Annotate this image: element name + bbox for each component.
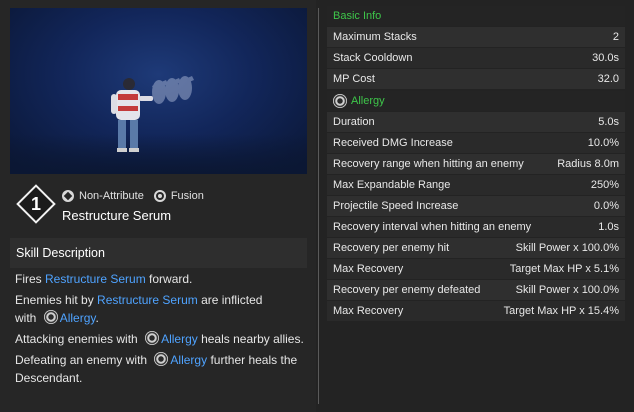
skill-preview-video[interactable] [10,8,307,174]
stat-row: Received DMG Increase 10.0% [327,132,625,153]
allergy-icon [154,352,169,366]
allergy-stat-list: Duration 5.0s Received DMG Increase 10.0% … [327,111,625,321]
fusion-icon [153,190,166,202]
stat-row: Recovery range when hitting an enemy Radi… [327,153,625,174]
allergy-link[interactable]: Allergy [161,332,198,346]
stat-row: Recovery per enemy hit Skill Power x 100.… [327,237,625,258]
stat-row: Max Recovery Target Max HP x 5.1% [327,258,625,279]
description-line: Fires Restructure Serum forward. [15,272,193,286]
skill-level-number: 1 [30,193,41,214]
description-line: Enemies hit by Restructure Serum are inf… [15,293,263,325]
panel-divider [318,8,319,404]
basic-info-heading: Basic Info [327,6,625,26]
stat-row: Duration 5.0s [327,111,625,132]
stats-panel: Basic Info Maximum Stacks 2 Stack Cooldow… [327,6,625,321]
stat-row: Maximum Stacks 2 [327,26,625,47]
stat-row: Recovery per enemy defeated Skill Power x… [327,279,625,300]
skill-header: 1 Non-Attribute Fusion Restructure Serum [10,180,307,234]
tag-label: Non-Attribute [79,190,144,202]
description-line: Defeating an enemy with Allergy further … [15,352,298,385]
basic-info-list: Maximum Stacks 2 Stack Cooldown 30.0s MP C… [327,26,625,89]
description-body: Fires Restructure Serum forward. Enemies… [15,270,307,390]
stat-row: Max Recovery Target Max HP x 15.4% [327,300,625,321]
tag-label: Fusion [170,190,204,202]
description-line: Attacking enemies with Allergy heals nea… [15,331,304,346]
skill-link[interactable]: Restructure Serum [97,293,198,307]
skill-panel: 1 Non-Attribute Fusion Restructure Serum… [0,0,316,412]
skill-tags: Non-Attribute Fusion [62,190,214,202]
allergy-icon [43,310,58,324]
non-attribute-icon [62,190,74,202]
allergy-link[interactable]: Allergy [170,353,207,367]
stat-row: Recovery interval when hitting an enemy 1… [327,216,625,237]
allergy-icon [145,331,160,345]
skill-name: Restructure Serum [62,208,172,223]
skill-link[interactable]: Restructure Serum [45,272,146,286]
allergy-icon [333,94,347,108]
description-heading: Skill Description [10,238,307,268]
allergy-link[interactable]: Allergy [60,311,96,325]
stat-row: Stack Cooldown 30.0s [327,47,625,68]
tag-fusion: Fusion [153,190,204,202]
character-figure [111,76,194,152]
tag-non-attribute: Non-Attribute [62,190,144,202]
stat-row: MP Cost 32.0 [327,68,625,89]
stat-row: Projectile Speed Increase 0.0% [327,195,625,216]
allergy-heading: Allergy [327,91,625,111]
stat-row: Max Expandable Range 250% [327,174,625,195]
